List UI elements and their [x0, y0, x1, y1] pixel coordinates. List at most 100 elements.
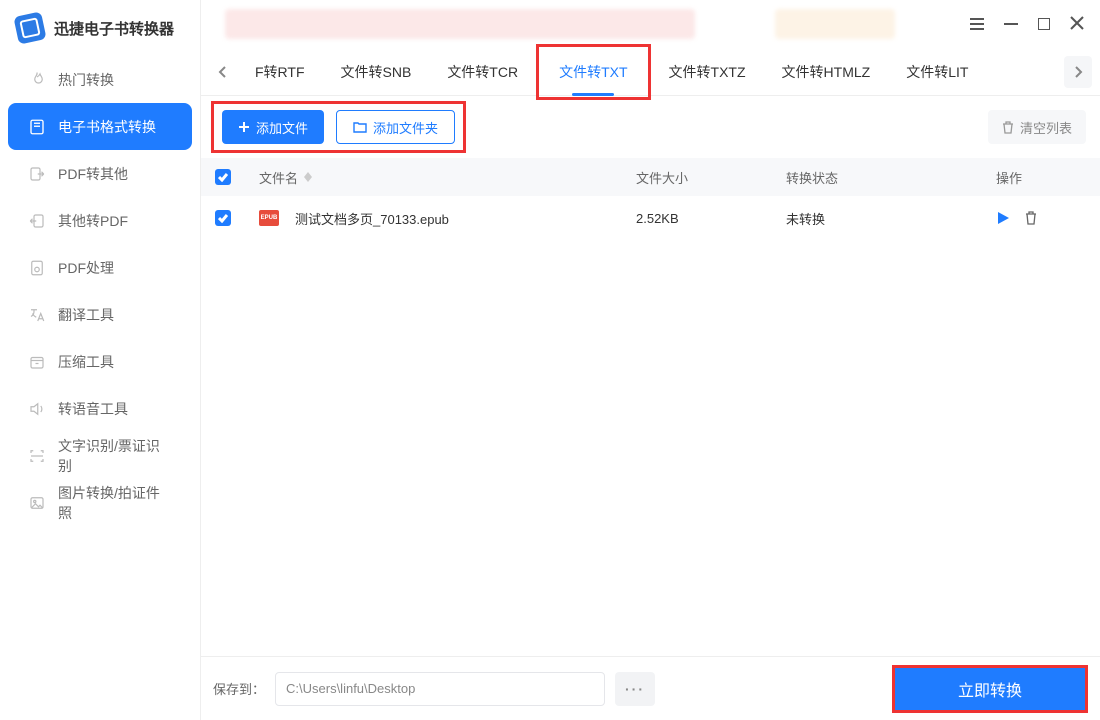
app-logo-icon	[13, 11, 46, 44]
sidebar-item-label: PDF转其他	[58, 164, 128, 184]
redacted-badge	[775, 9, 895, 39]
delete-icon[interactable]	[1024, 211, 1038, 225]
column-checkbox	[215, 169, 259, 185]
close-button[interactable]	[1070, 16, 1084, 33]
cell-status: 未转换	[786, 209, 996, 228]
tab-label: F转RTF	[255, 62, 305, 82]
bottom-bar: 保存到： C:\Users\linfu\Desktop ··· 立即转换	[201, 656, 1100, 720]
titlebar	[201, 0, 1100, 48]
add-file-button[interactable]: 添加文件	[222, 110, 324, 144]
cell-size: 2.52KB	[636, 211, 786, 226]
highlight-convert: 立即转换	[892, 665, 1088, 713]
logo-bar: 迅捷电子书转换器	[0, 0, 200, 56]
column-label: 文件大小	[636, 171, 688, 186]
sidebar-item-tts[interactable]: 转语音工具	[8, 385, 192, 432]
convert-button[interactable]: 立即转换	[895, 668, 1085, 710]
sidebar: 迅捷电子书转换器 热门转换 电子书格式转换 PDF转其他 其他转PDF PDF处…	[0, 0, 201, 720]
archive-icon	[28, 353, 46, 371]
column-label: 操作	[996, 171, 1022, 186]
minimize-button[interactable]	[1004, 23, 1018, 25]
sidebar-item-label: 压缩工具	[58, 352, 114, 372]
tab-label: 文件转LIT	[906, 62, 968, 82]
sidebar-item-ebook[interactable]: 电子书格式转换	[8, 103, 192, 150]
tab-label: 文件转TXT	[559, 62, 627, 82]
tabs-scroll-left[interactable]	[209, 48, 237, 96]
sidebar-item-label: 转语音工具	[58, 399, 128, 419]
browse-button[interactable]: ···	[615, 672, 655, 706]
trash-icon	[1002, 121, 1014, 134]
sidebar-item-pdf-to-other[interactable]: PDF转其他	[8, 150, 192, 197]
tabs-scroll-right[interactable]	[1064, 56, 1092, 88]
column-ops: 操作	[996, 168, 1086, 187]
tab-lit[interactable]: 文件转LIT	[888, 49, 986, 95]
add-folder-button[interactable]: 添加文件夹	[336, 110, 455, 144]
column-status: 转换状态	[786, 168, 996, 187]
row-checkbox[interactable]	[215, 210, 231, 226]
sidebar-item-ocr[interactable]: 文字识别/票证识别	[8, 432, 192, 479]
tab-label: 文件转TCR	[447, 62, 518, 82]
sidebar-item-image[interactable]: 图片转换/拍证件照	[8, 479, 192, 526]
import-icon	[28, 212, 46, 230]
plus-icon	[238, 121, 250, 133]
fire-icon	[28, 71, 46, 89]
table-header: 文件名 文件大小 转换状态 操作	[201, 158, 1100, 196]
sidebar-item-pdf-process[interactable]: PDF处理	[8, 244, 192, 291]
maximize-button[interactable]	[1038, 18, 1050, 30]
tab-txt[interactable]: 文件转TXT	[541, 49, 645, 95]
save-path-text: C:\Users\linfu\Desktop	[286, 681, 415, 696]
window-controls	[970, 16, 1084, 33]
clear-list-button[interactable]: 清空列表	[988, 110, 1086, 144]
column-filename[interactable]: 文件名	[259, 168, 636, 187]
toolbar: 添加文件 添加文件夹 清空列表	[201, 96, 1100, 158]
tab-rtf[interactable]: F转RTF	[237, 49, 323, 95]
image-icon	[28, 494, 46, 512]
cell-filename: EPUB 测试文档多页_70133.epub	[259, 209, 636, 228]
tab-snb[interactable]: 文件转SNB	[323, 49, 430, 95]
translate-icon	[28, 306, 46, 324]
sidebar-item-label: 热门转换	[58, 70, 114, 90]
sort-icon	[304, 172, 312, 182]
redacted-banner	[225, 9, 695, 39]
tab-htmlz[interactable]: 文件转HTMLZ	[764, 49, 889, 95]
export-icon	[28, 165, 46, 183]
book-icon	[28, 118, 46, 136]
sidebar-item-label: PDF处理	[58, 258, 114, 278]
column-size: 文件大小	[636, 168, 786, 187]
sidebar-item-translate[interactable]: 翻译工具	[8, 291, 192, 338]
sidebar-item-label: 其他转PDF	[58, 211, 128, 231]
sidebar-item-label: 电子书格式转换	[58, 117, 156, 137]
app-title: 迅捷电子书转换器	[54, 18, 174, 39]
sidebar-item-hot[interactable]: 热门转换	[8, 56, 192, 103]
column-label: 文件名	[259, 168, 298, 187]
format-tabs: F转RTF 文件转SNB 文件转TCR 文件转TXT 文件转TXTZ 文件转HT…	[201, 48, 1100, 96]
tab-tcr[interactable]: 文件转TCR	[429, 49, 536, 95]
main-panel: F转RTF 文件转SNB 文件转TCR 文件转TXT 文件转TXTZ 文件转HT…	[201, 0, 1100, 720]
select-all-checkbox[interactable]	[215, 169, 231, 185]
button-label: 立即转换	[958, 677, 1022, 701]
menu-icon[interactable]	[970, 18, 984, 30]
tab-label: 文件转TXTZ	[669, 62, 746, 82]
sidebar-item-compress[interactable]: 压缩工具	[8, 338, 192, 385]
scan-icon	[28, 447, 46, 465]
save-to-label: 保存到：	[213, 679, 265, 698]
epub-icon: EPUB	[259, 210, 279, 226]
cell-ops	[996, 211, 1086, 225]
sidebar-item-label: 图片转换/拍证件照	[58, 483, 172, 523]
highlight-active-tab: 文件转TXT	[536, 44, 650, 100]
folder-icon	[353, 121, 367, 133]
sidebar-item-label: 文字识别/票证识别	[58, 436, 172, 476]
play-icon[interactable]	[996, 211, 1010, 225]
save-path-input[interactable]: C:\Users\linfu\Desktop	[275, 672, 605, 706]
file-gear-icon	[28, 259, 46, 277]
button-label: 清空列表	[1020, 118, 1072, 137]
table-row[interactable]: EPUB 测试文档多页_70133.epub 2.52KB 未转换	[201, 196, 1100, 240]
highlight-add-buttons: 添加文件 添加文件夹	[211, 101, 466, 153]
filename-text: 测试文档多页_70133.epub	[295, 209, 449, 228]
column-label: 转换状态	[786, 171, 838, 186]
button-label: 添加文件夹	[373, 118, 438, 137]
sidebar-item-other-to-pdf[interactable]: 其他转PDF	[8, 197, 192, 244]
tab-txtz[interactable]: 文件转TXTZ	[651, 49, 764, 95]
button-label: 添加文件	[256, 118, 308, 137]
sidebar-item-label: 翻译工具	[58, 305, 114, 325]
audio-icon	[28, 400, 46, 418]
